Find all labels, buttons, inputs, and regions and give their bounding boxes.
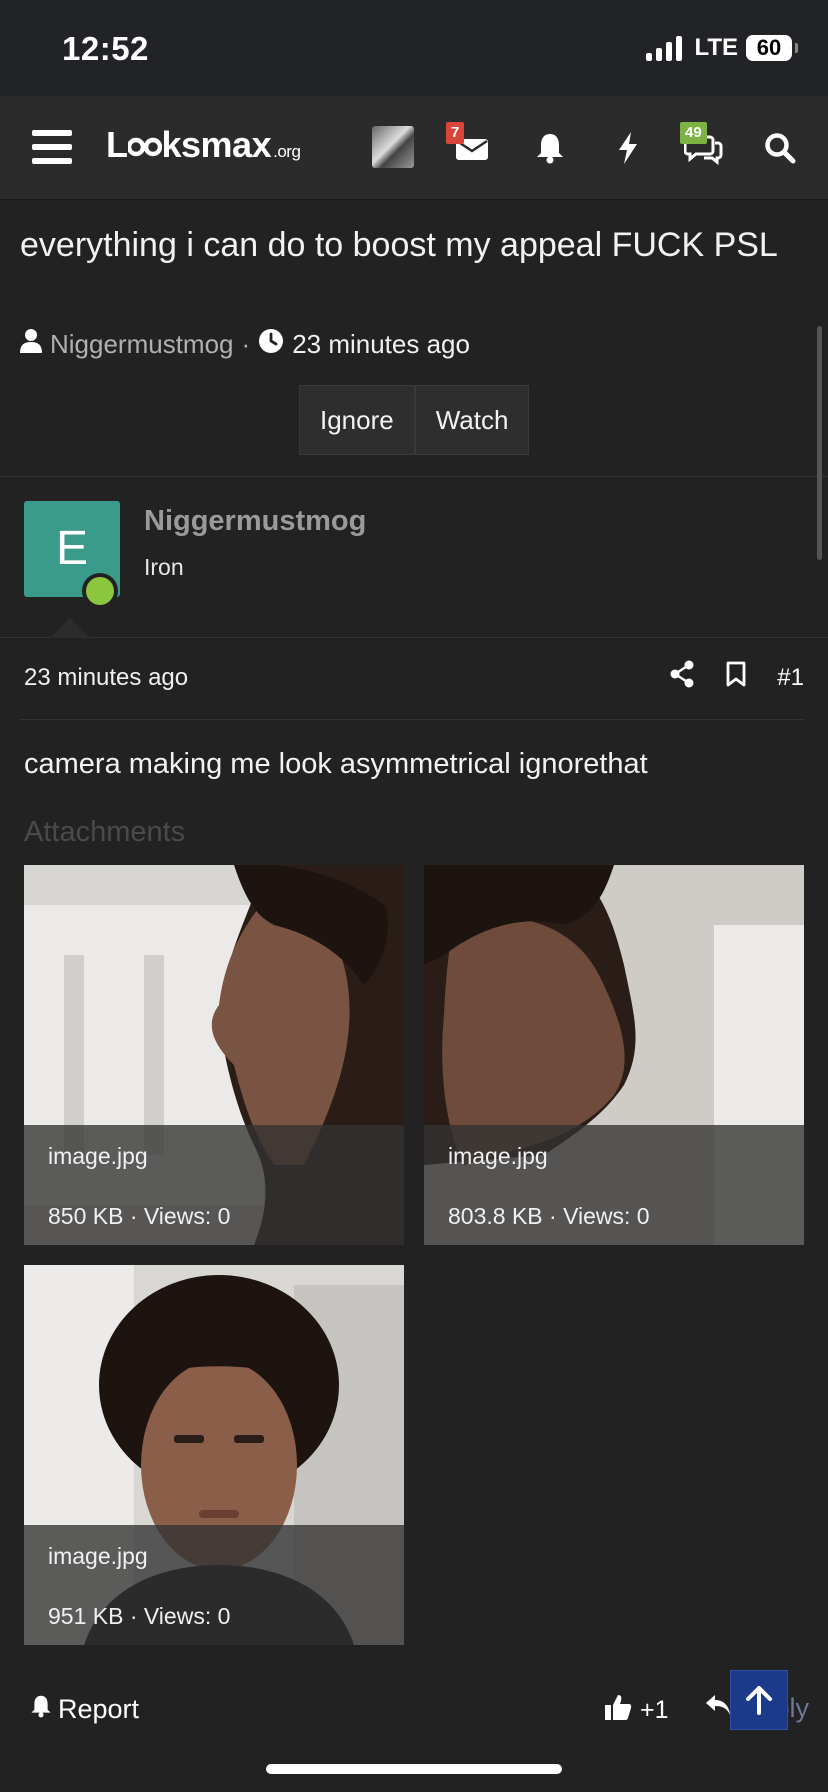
meta-separator: · bbox=[241, 329, 251, 359]
logo-suffix: .org bbox=[273, 142, 301, 161]
like-button[interactable]: +1 bbox=[604, 1693, 669, 1728]
ignore-button[interactable]: Ignore bbox=[299, 385, 415, 455]
divider bbox=[0, 637, 828, 638]
share-icon[interactable] bbox=[669, 660, 695, 695]
thread-time[interactable]: 23 minutes ago bbox=[292, 329, 470, 360]
top-navbar: L ksmax .org 7 49 bbox=[0, 96, 828, 200]
post-number-link[interactable]: #1 bbox=[777, 664, 804, 692]
thread-actions: Ignore Watch bbox=[299, 385, 530, 455]
post-body: camera making me look asymmetrical ignor… bbox=[24, 748, 648, 780]
thumbs-up-icon bbox=[604, 1693, 632, 1728]
thread-title: everything i can do to boost my appeal F… bbox=[20, 226, 778, 264]
bell-icon bbox=[30, 1693, 52, 1726]
attachments-heading: Attachments bbox=[24, 816, 186, 848]
attachment-caption: image.jpg 850 KB · Views: 0 bbox=[24, 1125, 404, 1245]
signal-icon bbox=[646, 35, 683, 61]
report-link[interactable]: Report bbox=[30, 1693, 139, 1726]
attachment-meta: 850 KB · Views: 0 bbox=[48, 1203, 231, 1229]
clock-icon bbox=[258, 328, 284, 361]
arrow-up-icon bbox=[746, 1686, 772, 1715]
thread-meta: Niggermustmog · 23 minutes ago bbox=[20, 328, 470, 361]
site-logo[interactable]: L ksmax .org bbox=[106, 124, 301, 166]
status-indicators: LTE 60 bbox=[646, 34, 798, 62]
user-rank: Iron bbox=[144, 554, 184, 580]
attachment-meta: 803.8 KB · Views: 0 bbox=[448, 1203, 650, 1229]
post-actions: #1 bbox=[669, 660, 804, 695]
battery-icon: 60 bbox=[746, 35, 798, 61]
online-indicator bbox=[82, 573, 118, 609]
user-name-link[interactable]: Niggermustmog bbox=[144, 505, 366, 538]
reply-icon bbox=[704, 1693, 732, 1724]
scroll-to-top-button[interactable] bbox=[730, 1670, 788, 1730]
status-bar: 12:52 LTE 60 bbox=[0, 0, 828, 96]
logo-text: L ksmax bbox=[106, 124, 272, 165]
report-label: Report bbox=[58, 1694, 140, 1724]
attachment-thumbnail[interactable]: image.jpg 850 KB · Views: 0 bbox=[24, 865, 404, 1245]
user-icon bbox=[20, 328, 42, 361]
attachment-thumbnail[interactable]: image.jpg 803.8 KB · Views: 0 bbox=[424, 865, 804, 1245]
attachment-filename: image.jpg bbox=[48, 1143, 148, 1169]
inbox-badge: 7 bbox=[446, 122, 465, 144]
attachment-filename: image.jpg bbox=[48, 1543, 148, 1569]
menu-icon[interactable] bbox=[32, 130, 72, 164]
bookmark-icon[interactable] bbox=[725, 661, 747, 694]
account-avatar[interactable] bbox=[372, 126, 414, 168]
divider bbox=[0, 476, 828, 477]
divider bbox=[20, 719, 804, 720]
post-time[interactable]: 23 minutes ago bbox=[24, 664, 188, 692]
like-count: +1 bbox=[640, 1696, 669, 1724]
attachment-thumbnail[interactable]: image.jpg 951 KB · Views: 0 bbox=[24, 1265, 404, 1645]
watch-button[interactable]: Watch bbox=[414, 385, 530, 455]
attachment-filename: image.jpg bbox=[448, 1143, 548, 1169]
status-time: 12:52 bbox=[62, 30, 149, 67]
scrollbar[interactable] bbox=[817, 326, 822, 560]
search-icon[interactable] bbox=[758, 126, 802, 170]
home-indicator[interactable] bbox=[266, 1764, 562, 1774]
lightning-icon[interactable] bbox=[606, 126, 650, 170]
attachment-caption: image.jpg 803.8 KB · Views: 0 bbox=[424, 1125, 804, 1245]
user-arrow bbox=[50, 618, 90, 638]
attachment-caption: image.jpg 951 KB · Views: 0 bbox=[24, 1525, 404, 1645]
network-label: LTE bbox=[694, 34, 738, 61]
attachment-meta: 951 KB · Views: 0 bbox=[48, 1603, 231, 1629]
bell-icon[interactable] bbox=[528, 126, 572, 170]
thread-author-link[interactable]: Niggermustmog bbox=[50, 329, 234, 360]
chats-badge: 49 bbox=[680, 122, 707, 144]
